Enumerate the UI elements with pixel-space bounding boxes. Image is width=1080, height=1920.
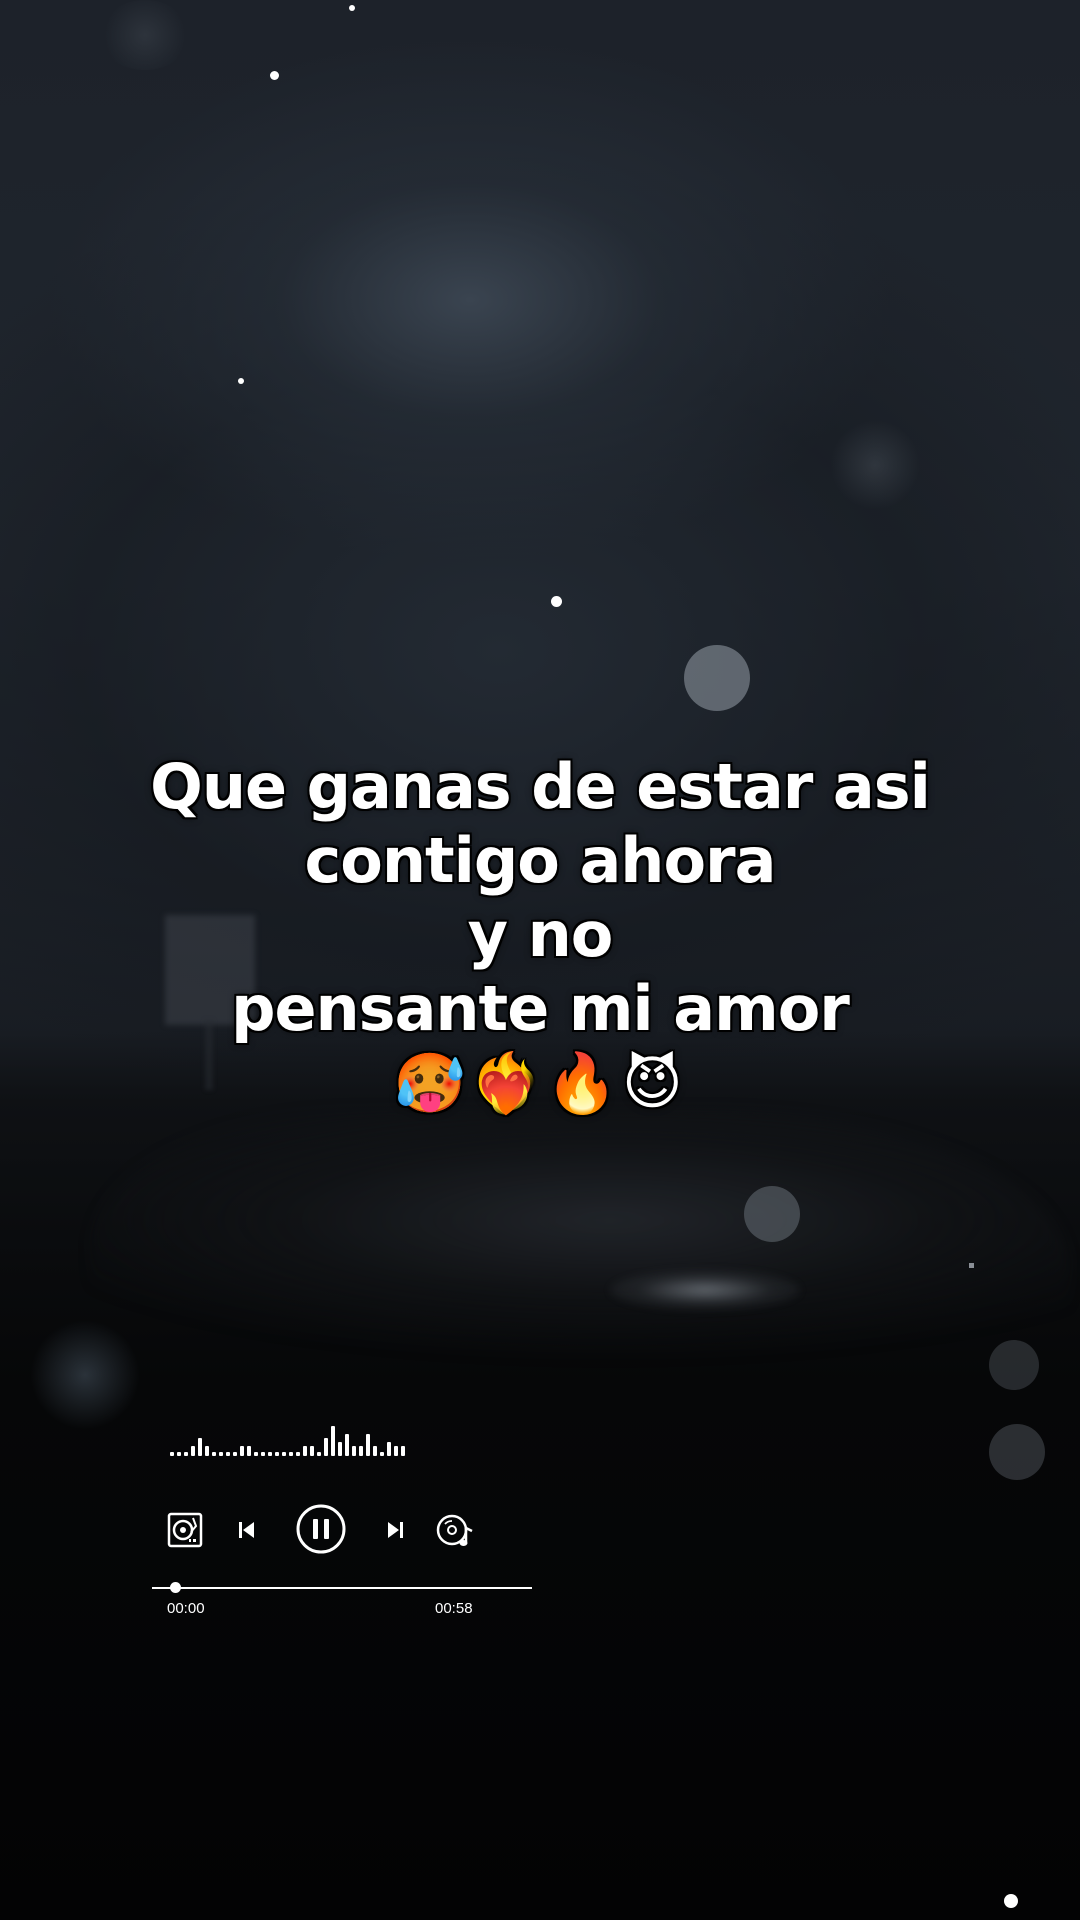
skip-next-icon[interactable] xyxy=(384,1519,406,1541)
bokeh-circle xyxy=(989,1340,1039,1390)
time-elapsed: 00:00 xyxy=(167,1600,205,1617)
waveform-bar xyxy=(170,1452,174,1456)
waveform-bar xyxy=(338,1442,342,1456)
waveform-bar xyxy=(331,1426,335,1456)
waveform-bar xyxy=(177,1452,181,1456)
player-controls xyxy=(165,1500,475,1560)
waveform-bar xyxy=(191,1446,195,1456)
bokeh-glow xyxy=(830,420,920,510)
snow-particle xyxy=(270,71,279,80)
lyric-line-2: contigo ahora xyxy=(304,824,777,897)
bokeh-glow xyxy=(100,0,190,70)
music-disc-icon[interactable] xyxy=(435,1512,475,1550)
lyrics-caption: Que ganas de estar asi contigo ahora y n… xyxy=(60,750,1020,1120)
waveform-bar xyxy=(317,1452,321,1456)
background-car-silhouette xyxy=(90,1110,1070,1370)
waveform-bar xyxy=(310,1446,314,1456)
bokeh-circle xyxy=(684,645,750,711)
progress-bar[interactable] xyxy=(152,1582,532,1593)
snow-particle xyxy=(238,378,244,384)
pause-icon xyxy=(296,1504,346,1554)
lyric-line-3: y no xyxy=(467,898,614,971)
video-screen: Que ganas de estar asi contigo ahora y n… xyxy=(0,0,1080,1920)
waveform-bar xyxy=(275,1452,279,1456)
background-car-reflection xyxy=(610,1270,800,1310)
waveform-bar xyxy=(324,1438,328,1456)
bokeh-circle xyxy=(744,1186,800,1242)
waveform-bar xyxy=(240,1446,244,1456)
snow-particle xyxy=(349,5,355,11)
waveform-bar xyxy=(219,1452,223,1456)
waveform-bar xyxy=(373,1446,377,1456)
waveform-bar xyxy=(380,1452,384,1456)
snow-particle xyxy=(551,596,562,607)
waveform-bar xyxy=(226,1452,230,1456)
bokeh-glow xyxy=(30,1320,140,1430)
waveform-bar xyxy=(198,1438,202,1456)
waveform-bar xyxy=(352,1446,356,1456)
waveform-bar xyxy=(233,1452,237,1456)
waveform-bar xyxy=(387,1442,391,1456)
emoji-line: 🥵❤️‍🔥🔥😈 xyxy=(393,1049,687,1117)
waveform-bar xyxy=(212,1452,216,1456)
bokeh-circle xyxy=(989,1424,1045,1480)
waveform-bar xyxy=(303,1446,307,1456)
waveform-bar xyxy=(282,1452,286,1456)
waveform-bar xyxy=(254,1452,258,1456)
snow-particle xyxy=(969,1263,974,1268)
turntable-icon[interactable] xyxy=(167,1512,203,1548)
waveform-bar xyxy=(247,1446,251,1456)
waveform-bar xyxy=(205,1446,209,1456)
lyric-line-1: Que ganas de estar asi xyxy=(150,750,931,823)
waveform-bar xyxy=(394,1446,398,1456)
pause-button[interactable] xyxy=(295,1503,347,1555)
waveform-bar xyxy=(268,1452,272,1456)
skip-previous-icon[interactable] xyxy=(236,1519,258,1541)
waveform-bar xyxy=(359,1446,363,1456)
waveform-bar xyxy=(261,1452,265,1456)
audio-waveform xyxy=(170,1420,490,1456)
waveform-bar xyxy=(184,1452,188,1456)
progress-knob[interactable] xyxy=(169,1582,181,1593)
lyric-line-4: pensante mi amor xyxy=(231,972,850,1045)
waveform-bar xyxy=(296,1452,300,1456)
snow-particle xyxy=(1004,1894,1018,1908)
waveform-bar xyxy=(345,1434,349,1456)
waveform-bar xyxy=(366,1434,370,1456)
waveform-bar xyxy=(289,1452,293,1456)
waveform-bar xyxy=(401,1446,405,1456)
time-total: 00:58 xyxy=(435,1600,473,1617)
